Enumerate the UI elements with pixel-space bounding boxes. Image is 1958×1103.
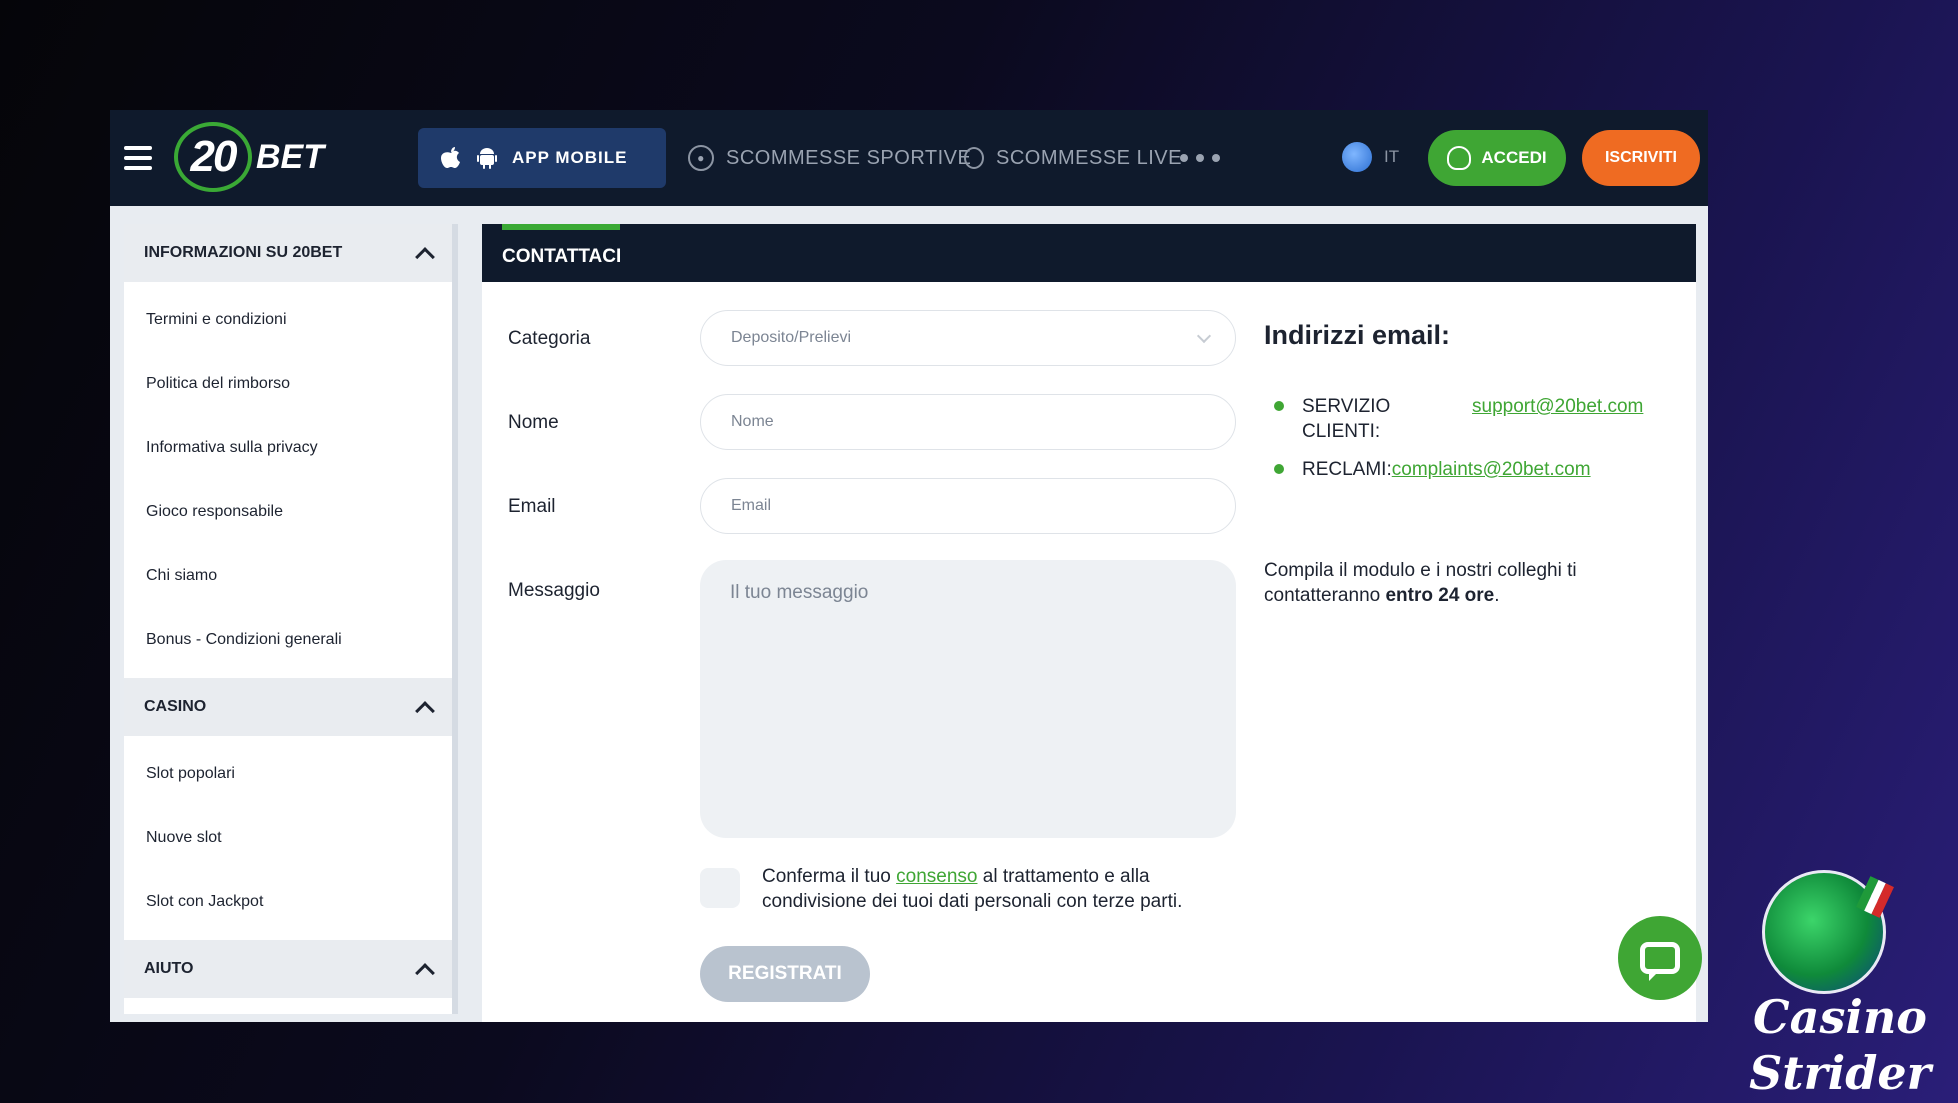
sidebar-item-bonus[interactable]: Bonus - Condizioni generali <box>124 608 452 672</box>
name-input[interactable]: Nome <box>700 394 1236 450</box>
sidebar-section-header-help[interactable]: AIUTO <box>124 940 452 998</box>
logo-number: 20 <box>174 122 252 192</box>
page-title: CONTATTACI <box>502 246 622 267</box>
sidebar-item-refund[interactable]: Politica del rimborso <box>124 352 452 416</box>
app-mobile-label: APP MOBILE <box>512 148 628 167</box>
consent-checkbox[interactable] <box>700 868 740 908</box>
consent-link[interactable]: consenso <box>896 866 977 887</box>
service-label: SERVIZIO CLIENTI: <box>1302 394 1390 444</box>
watermark-text-line1: Casino <box>1753 990 1927 1044</box>
complaints-email[interactable]: complaints@20bet.com <box>1392 459 1591 480</box>
site-frame: 20 BET APP MOBILE ● SCOMMESSE SPORTIVE S… <box>110 110 1708 1022</box>
top-navigation: 20 BET APP MOBILE ● SCOMMESSE SPORTIVE S… <box>110 110 1708 206</box>
nav-live-label: SCOMMESSE LIVE <box>996 146 1182 169</box>
submit-button[interactable]: REGISTRATI <box>700 946 870 1002</box>
login-button[interactable]: ACCEDI <box>1428 130 1566 186</box>
consent-text-before: Conferma il tuo <box>762 866 897 887</box>
category-select[interactable]: Deposito/Prelievi <box>700 310 1236 366</box>
service-email-link[interactable]: support@20bet.com <box>1472 394 1643 419</box>
header-accent-bar <box>502 224 620 230</box>
category-value: Deposito/Prelievi <box>731 329 852 346</box>
sidebar-item-responsible[interactable]: Gioco responsabile <box>124 480 452 544</box>
logo[interactable]: 20 BET <box>174 122 324 192</box>
language-selector[interactable]: IT <box>1342 142 1399 172</box>
bullet-icon <box>1274 464 1284 474</box>
nav-sports-label: SCOMMESSE SPORTIVE <box>726 146 972 169</box>
more-menu-icon[interactable] <box>1180 154 1220 162</box>
nav-sports-betting[interactable]: ● SCOMMESSE SPORTIVE <box>688 140 971 176</box>
menu-icon[interactable] <box>124 146 152 170</box>
category-label: Categoria <box>508 328 591 349</box>
service-label-line2: CLIENTI: <box>1302 421 1381 442</box>
live-chat-button[interactable] <box>1618 916 1702 1000</box>
login-label: ACCEDI <box>1481 148 1547 167</box>
info-text-bold: entro 24 ore <box>1385 585 1495 606</box>
sidebar-item-privacy[interactable]: Informativa sulla privacy <box>124 416 452 480</box>
sidebar-section-header-casino[interactable]: CASINO <box>124 678 452 736</box>
info-text-after: . <box>1494 585 1500 606</box>
sidebar-section-title: CASINO <box>144 698 207 715</box>
sidebar-item-popular-slots[interactable]: Slot popolari <box>124 742 452 806</box>
chevron-up-icon <box>415 701 435 721</box>
sidebar-item-about[interactable]: Chi siamo <box>124 544 452 608</box>
stopwatch-icon <box>964 147 984 169</box>
user-icon <box>1447 146 1472 170</box>
email-input[interactable]: Email <box>700 478 1236 534</box>
name-label: Nome <box>508 412 559 433</box>
response-info: Compila il modulo e i nostri colleghi ti… <box>1264 558 1624 608</box>
soccer-ball-icon: ● <box>688 145 714 171</box>
service-email[interactable]: support@20bet.com <box>1472 396 1643 417</box>
sidebar-scrollbar[interactable] <box>452 224 458 1014</box>
contact-header: CONTATTACI <box>482 224 1696 282</box>
sidebar-item-jackpot-slots[interactable]: Slot con Jackpot <box>124 870 452 934</box>
sidebar-item-terms[interactable]: Termini e condizioni <box>124 288 452 352</box>
sidebar: INFORMAZIONI SU 20BET Termini e condizio… <box>124 224 452 1014</box>
sidebar-list-info: Termini e condizioni Politica del rimbor… <box>124 282 452 678</box>
message-textarea[interactable]: Il tuo messaggio <box>700 560 1236 838</box>
app-mobile-button[interactable]: APP MOBILE <box>418 128 666 188</box>
sidebar-section-header-info[interactable]: INFORMAZIONI SU 20BET <box>124 224 452 282</box>
contact-panel: CONTATTACI Categoria Deposito/Prelievi N… <box>482 224 1696 1022</box>
complaints-label: RECLAMI: <box>1302 459 1392 480</box>
apple-icon <box>440 147 462 169</box>
email-label: Email <box>508 496 556 517</box>
service-label-line1: SERVIZIO <box>1302 396 1391 417</box>
chevron-down-icon <box>1196 328 1212 344</box>
nav-live-betting[interactable]: SCOMMESSE LIVE <box>964 140 1182 176</box>
emails-title: Indirizzi email: <box>1264 320 1451 350</box>
globe-icon <box>1342 142 1372 172</box>
consent-text: Conferma il tuo consenso al trattamento … <box>762 864 1232 914</box>
sidebar-section-title: INFORMAZIONI SU 20BET <box>144 244 343 261</box>
sidebar-section-title: AIUTO <box>144 960 194 977</box>
android-icon <box>476 147 498 169</box>
sidebar-list-casino: Slot popolari Nuove slot Slot con Jackpo… <box>124 736 452 940</box>
watermark-text-line2: Strider <box>1749 1046 1931 1100</box>
language-code: IT <box>1384 147 1400 166</box>
complaints-row: RECLAMI:complaints@20bet.com <box>1302 457 1591 482</box>
logo-text: BET <box>256 137 324 176</box>
signup-button[interactable]: ISCRIVITI <box>1582 130 1700 186</box>
chevron-up-icon <box>415 963 435 983</box>
bullet-icon <box>1274 401 1284 411</box>
chat-icon <box>1640 942 1680 981</box>
message-label: Messaggio <box>508 580 600 601</box>
sidebar-item-new-slots[interactable]: Nuove slot <box>124 806 452 870</box>
chevron-up-icon <box>415 247 435 267</box>
